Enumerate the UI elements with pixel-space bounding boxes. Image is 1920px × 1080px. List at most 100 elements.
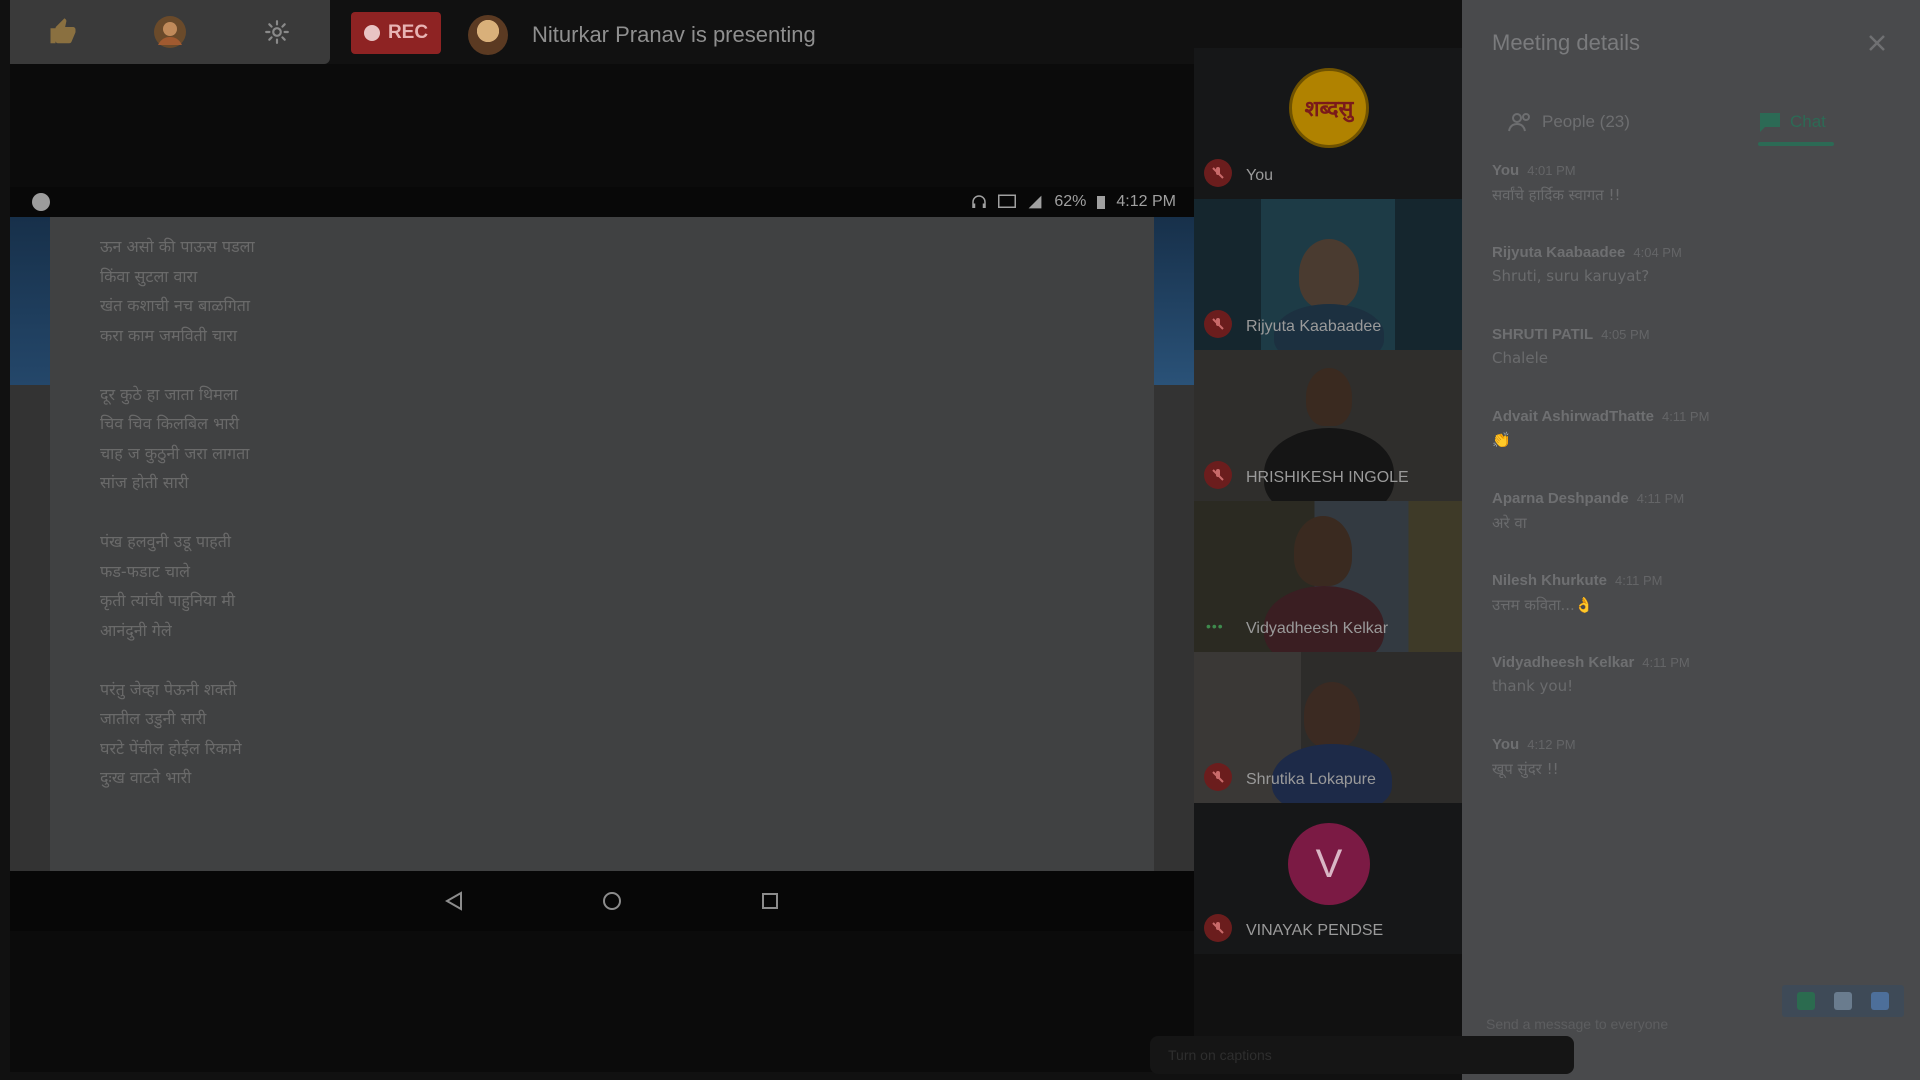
participant-name: VINAYAK PENDSE	[1246, 922, 1384, 939]
participant-name: HRISHIKESH INGOLE	[1246, 469, 1409, 486]
thumbs-up-icon[interactable]	[43, 12, 83, 52]
captions-toolbar[interactable]: Turn on captions	[1150, 1036, 1574, 1074]
poem-line: दूर कुठे हा जाता थिमला	[100, 384, 238, 404]
chat-icon	[1760, 113, 1780, 132]
message-time: 4:01 PM	[1527, 163, 1576, 178]
poem-line: परंतु जेव्हा पेऊनी शक्ती	[100, 679, 237, 699]
chat-message: You 4:12 PM खूप सुंदर !!	[1492, 736, 1892, 818]
participant-name: Shrutika Lokapure	[1246, 771, 1376, 788]
poem-line: ऊन असो की पाऊस पडला	[100, 237, 255, 256]
tab-people[interactable]: People (23)	[1508, 96, 1630, 148]
cast-icon	[998, 194, 1017, 208]
participant-tile[interactable]: Shrutika Lokapure	[1194, 652, 1462, 803]
poem-line: आनंदुनी गेले	[100, 620, 172, 640]
participant-name: Vidyadheesh Kelkar	[1246, 620, 1389, 637]
participant-tile[interactable]: HRISHIKESH INGOLE	[1194, 350, 1462, 501]
chat-message-input[interactable]: Send a message to everyone	[1486, 1016, 1668, 1032]
gear-icon[interactable]	[257, 12, 297, 52]
message-time: 4:04 PM	[1633, 245, 1682, 260]
wallpaper-edge-left	[10, 217, 50, 385]
message-text: उत्तम कविता...👌	[1492, 596, 1594, 614]
recording-button[interactable]: REC	[351, 12, 441, 54]
message-sender: You	[1492, 162, 1520, 179]
message-sender: Vidyadheesh Kelkar	[1492, 654, 1635, 671]
chat-message-list: You 4:01 PM सर्वांचे हार्दिक स्वागत !! Ri…	[1492, 162, 1892, 818]
message-time: 4:11 PM	[1615, 573, 1663, 588]
message-time: 4:12 PM	[1527, 737, 1576, 752]
chat-message: Aparna Deshpande 4:11 PM अरे वा	[1492, 490, 1892, 572]
screen-margin-left	[10, 385, 50, 871]
message-time: 4:11 PM	[1661, 409, 1710, 424]
back-icon[interactable]	[442, 889, 466, 913]
message-sender: SHRUTI PATIL	[1492, 326, 1594, 343]
participant-tile[interactable]: Rijyuta Kaabaadee	[1194, 199, 1462, 350]
notification-icon	[32, 193, 50, 211]
device-nav-bar	[10, 871, 1194, 931]
poem-line: सांज होती सारी	[100, 473, 189, 492]
message-text: thank you!	[1492, 677, 1574, 695]
rec-label: REC	[387, 22, 429, 43]
poem-line: दुःख वाटते भारी	[100, 768, 192, 787]
message-text: 👏	[1492, 431, 1511, 449]
message-time: 4:11 PM	[1636, 491, 1685, 506]
signal-icon	[1028, 195, 1042, 209]
message-sender: Aparna Deshpande	[1492, 490, 1629, 507]
meet-window: REC Niturkar Pranav is presenting 62% 4:…	[0, 0, 1920, 1080]
message-text: खूप सुंदर !!	[1492, 760, 1559, 778]
participant-name: You	[1246, 167, 1273, 184]
message-sender: Rijyuta Kaabaadee	[1492, 244, 1626, 261]
participant-name: Rijyuta Kaabaadee	[1246, 318, 1382, 335]
system-tray	[1782, 985, 1904, 1017]
poem-line: किंवा सुटला वारा	[100, 266, 198, 286]
poem-text: ऊन असो की पाऊस पडला किंवा सुटला वारा खंत…	[100, 232, 255, 822]
meeting-details-panel: Meeting details People (23) Chat You 4:01…	[1462, 0, 1920, 1080]
settings-icon[interactable]	[1870, 992, 1889, 1010]
poem-stanza: ऊन असो की पाऊस पडला किंवा सुटला वारा खंत…	[100, 232, 255, 350]
poem-line: चाह ज कुठुनी जरा लागता	[100, 443, 250, 463]
avatar-icon[interactable]	[150, 12, 190, 52]
poem-line: पंख हलवुनी उडू पाहती	[100, 532, 232, 551]
tab-chat[interactable]: Chat	[1758, 96, 1826, 148]
captions-label: Turn on captions	[1168, 1047, 1272, 1063]
participant-tile[interactable]: शब्दसु You	[1194, 48, 1462, 199]
mic-off-icon	[1204, 461, 1232, 489]
wallpaper-edge-right	[1154, 217, 1194, 385]
keyboard-icon[interactable]	[1833, 992, 1852, 1010]
recents-icon[interactable]	[758, 889, 782, 913]
close-icon[interactable]	[1862, 28, 1892, 58]
participant-avatar: V	[1288, 823, 1370, 905]
tray-app-icon[interactable]	[1797, 992, 1816, 1010]
chat-message: Rijyuta Kaabaadee 4:04 PM Shruti, suru ka…	[1492, 244, 1892, 326]
mic-off-icon	[1204, 914, 1232, 942]
presenting-status: Niturkar Pranav is presenting	[532, 22, 816, 47]
message-time: 4:05 PM	[1601, 327, 1650, 342]
poem-line: कृती त्यांची पाहुनिया मी	[100, 591, 236, 610]
chat-message: You 4:01 PM सर्वांचे हार्दिक स्वागत !!	[1492, 162, 1892, 244]
record-dot-icon	[363, 25, 380, 41]
participant-tile[interactable]: ••• Vidyadheesh Kelkar	[1194, 501, 1462, 652]
message-text: अरे वा	[1492, 514, 1527, 532]
people-icon	[1508, 113, 1530, 132]
shared-document: ऊन असो की पाऊस पडला किंवा सुटला वारा खंत…	[50, 217, 1154, 871]
participant-tile[interactable]: V VINAYAK PENDSE	[1194, 803, 1462, 954]
message-sender: Advait AshirwadThatte	[1492, 408, 1654, 425]
poem-line: फड-फडाट चाले	[100, 561, 191, 581]
home-icon[interactable]	[600, 889, 624, 913]
chat-message: SHRUTI PATIL 4:05 PM Chalele	[1492, 326, 1892, 408]
shared-device-status-bar: 62% 4:12 PM	[10, 187, 1194, 217]
screen-margin-right	[1154, 385, 1194, 871]
participant-tiles: शब्दसु You Rijyuta Kaabaadee HRISHIKESH …	[1194, 48, 1462, 960]
mic-off-icon	[1204, 763, 1232, 791]
mic-off-icon	[1204, 310, 1232, 338]
speaking-indicator-icon: •••	[1206, 618, 1224, 634]
message-sender: Nilesh Khurkute	[1492, 572, 1608, 589]
message-text: Chalele	[1492, 349, 1548, 367]
chat-message: Advait AshirwadThatte 4:11 PM 👏	[1492, 408, 1892, 490]
message-sender: You	[1492, 736, 1520, 753]
tab-chat-label: Chat	[1790, 112, 1826, 131]
active-tab-indicator	[1758, 142, 1834, 146]
poem-line: घरटे पेंचील होईल रिकामे	[100, 738, 242, 758]
chat-message: Vidyadheesh Kelkar 4:11 PM thank you!	[1492, 654, 1892, 736]
tab-people-label: People (23)	[1542, 112, 1630, 131]
participant-avatar: शब्दसु	[1289, 68, 1369, 148]
